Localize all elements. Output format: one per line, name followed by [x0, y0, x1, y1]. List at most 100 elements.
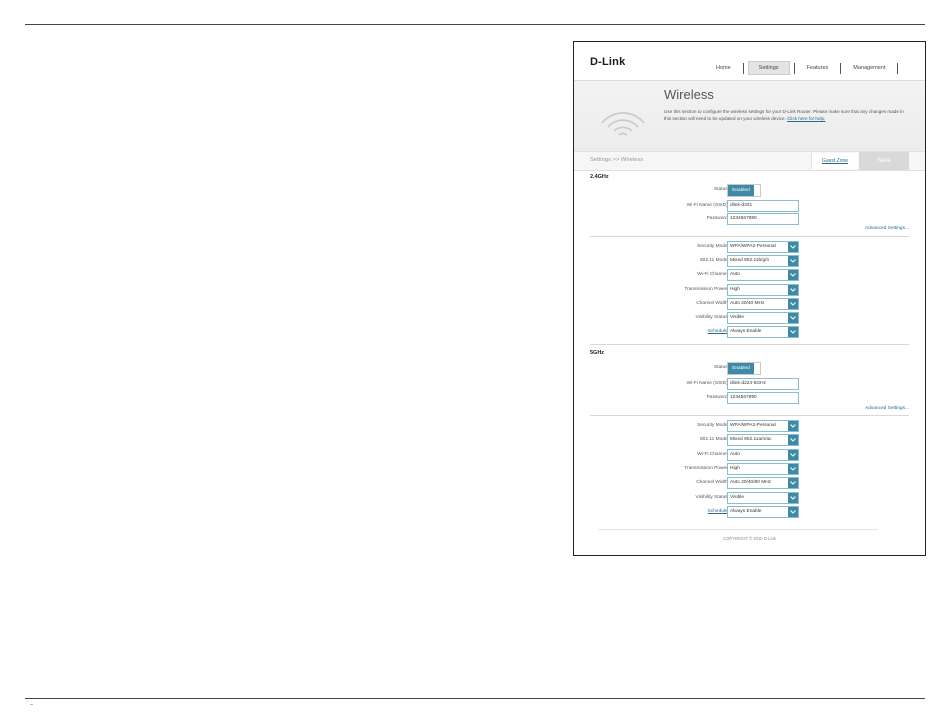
- security-mode-label: Security Mode:: [697, 244, 729, 249]
- visibility-status-select-2-4ghz[interactable]: Visible: [727, 312, 799, 324]
- select-value: WPA/WPA2-Personal: [730, 423, 776, 428]
- security-mode-select-5ghz[interactable]: WPA/WPA2-Personal: [727, 420, 799, 432]
- password-label: Password:: [706, 216, 729, 221]
- password-label: Password:: [706, 395, 729, 400]
- select-value: Visible: [730, 494, 745, 500]
- status-row-2-4ghz: Status: Enabled: [574, 184, 925, 197]
- chevron-down-icon: [788, 327, 798, 338]
- select-value: Auto: [730, 272, 740, 278]
- help-link[interactable]: Click here for help.: [787, 116, 825, 121]
- header: D-Link Home Settings Features Management: [574, 42, 925, 80]
- transmission-power-row-5ghz: Transmission Power: High: [574, 462, 925, 475]
- wifi-channel-row-5ghz: Wi-Fi Channel: Auto: [574, 448, 925, 461]
- schedule-label[interactable]: Schedule:: [708, 509, 729, 514]
- transmission-power-select-5ghz[interactable]: High: [727, 462, 799, 475]
- copyright-text: COPYRIGHT © 2015 D-Link: [723, 536, 776, 541]
- chevron-down-icon: [788, 284, 798, 295]
- breadcrumb: Settings >> Wireless: [590, 157, 644, 163]
- wifi-channel-label: Wi-Fi Channel:: [697, 272, 729, 278]
- schedule-label[interactable]: Schedule:: [708, 329, 729, 334]
- save-button[interactable]: Save: [859, 152, 909, 170]
- router-ui-screenshot: D-Link Home Settings Features Management…: [573, 41, 926, 556]
- wifi-channel-select-2-4ghz[interactable]: Auto: [727, 269, 799, 282]
- section-divider: [590, 344, 909, 345]
- guest-zone-link[interactable]: Guest Zone: [811, 153, 858, 169]
- chevron-down-icon: [788, 298, 798, 309]
- visibility-status-label: Visibility Status:: [695, 315, 729, 320]
- select-value: Always Enable: [730, 508, 762, 514]
- chevron-down-icon: [788, 449, 798, 460]
- channel-width-label: Channel Width:: [696, 300, 729, 306]
- select-value: Always Enable: [730, 329, 762, 335]
- toggle-enabled-label: Enabled: [728, 185, 754, 196]
- transmission-power-row-2-4ghz: Transmission Power: High: [574, 283, 925, 296]
- password-row-2-4ghz: Password: 1234567890: [574, 213, 925, 225]
- nav-features[interactable]: Features: [795, 61, 841, 75]
- select-value: WPA/WPA2-Personal: [730, 244, 776, 249]
- toggle-enabled-label: Enabled: [728, 363, 754, 374]
- description-text: Use this section to configure the wirele…: [664, 109, 904, 121]
- section-title-5ghz: 5GHz: [590, 350, 605, 356]
- select-value: High: [730, 286, 740, 292]
- schedule-select-5ghz[interactable]: Always Enable: [727, 505, 799, 518]
- wifi-channel-select-5ghz[interactable]: Auto: [727, 448, 799, 461]
- chevron-down-icon: [788, 256, 798, 267]
- 80211-mode-label: 802.11 Mode:: [700, 437, 729, 443]
- select-value: Mixed 802.11b/g/n: [730, 258, 770, 264]
- security-mode-select-2-4ghz[interactable]: WPA/WPA2-Personal: [727, 241, 799, 253]
- password-input-2-4ghz[interactable]: 1234567890: [727, 213, 799, 225]
- channel-width-select-2-4ghz[interactable]: Auto 20/40 MHz: [727, 297, 799, 310]
- section-divider: [590, 236, 909, 237]
- security-mode-row-5ghz: Security Mode: WPA/WPA2-Personal: [574, 420, 925, 432]
- chevron-down-icon: [788, 421, 798, 431]
- ssid-input-2-4ghz[interactable]: dlink-d331: [727, 200, 799, 212]
- password-input-5ghz[interactable]: 1234567890: [727, 392, 799, 404]
- security-mode-row-2-4ghz: Security Mode: WPA/WPA2-Personal: [574, 241, 925, 253]
- ssid-input-5ghz[interactable]: dlink-d224-5GHz: [727, 378, 799, 390]
- ssid-label: Wi-Fi Name (SSID):: [686, 381, 729, 386]
- select-value: Auto: [730, 451, 740, 457]
- select-value: Auto 20/40/80 MHz: [730, 480, 772, 486]
- status-toggle-2-4ghz[interactable]: Enabled: [727, 184, 761, 197]
- 80211-mode-select-2-4ghz[interactable]: Mixed 802.11b/g/n: [727, 255, 799, 268]
- page-title: Wireless: [664, 87, 714, 102]
- chevron-down-icon: [788, 478, 798, 489]
- channel-width-select-5ghz[interactable]: Auto 20/40/80 MHz: [727, 477, 799, 490]
- select-value: High: [730, 465, 740, 471]
- chevron-down-icon: [788, 506, 798, 517]
- nav-separator: [897, 62, 899, 74]
- top-nav: Home Settings Features Management: [704, 61, 899, 75]
- chevron-down-icon: [788, 492, 798, 503]
- chevron-down-icon: [788, 242, 798, 252]
- schedule-select-2-4ghz[interactable]: Always Enable: [727, 326, 799, 339]
- advanced-settings-link-5ghz[interactable]: Advanced Settings...: [865, 406, 909, 411]
- transmission-power-select-2-4ghz[interactable]: High: [727, 283, 799, 296]
- page-bottom-rule: [25, 698, 925, 699]
- page-mark: [30, 704, 33, 705]
- schedule-row-5ghz: Schedule: Always Enable: [574, 505, 925, 518]
- nav-settings[interactable]: Settings: [747, 61, 790, 75]
- nav-management[interactable]: Management: [841, 61, 897, 75]
- nav-home[interactable]: Home: [704, 61, 743, 75]
- section-title-2-4ghz: 2.4GHz: [590, 174, 609, 180]
- section-divider: [590, 415, 909, 416]
- ssid-row-2-4ghz: Wi-Fi Name (SSID): dlink-d331: [574, 200, 925, 212]
- status-toggle-5ghz[interactable]: Enabled: [727, 362, 761, 375]
- chevron-down-icon: [788, 435, 798, 446]
- schedule-row-2-4ghz: Schedule: Always Enable: [574, 326, 925, 339]
- chevron-down-icon: [788, 463, 798, 474]
- visibility-status-row-5ghz: Visibility Status: Visible: [574, 491, 925, 504]
- wifi-channel-row-2-4ghz: Wi-Fi Channel: Auto: [574, 269, 925, 282]
- channel-width-row-5ghz: Channel Width: Auto 20/40/80 MHz: [574, 477, 925, 490]
- dlink-logo: D-Link: [590, 56, 626, 68]
- advanced-settings-link-2-4ghz[interactable]: Advanced Settings...: [865, 226, 909, 231]
- 80211-mode-row-5ghz: 802.11 Mode: Mixed 802.11a/n/ac: [574, 434, 925, 447]
- 80211-mode-select-5ghz[interactable]: Mixed 802.11a/n/ac: [727, 434, 799, 447]
- select-value: Auto 20/40 MHz: [730, 300, 765, 306]
- visibility-status-select-5ghz[interactable]: Visible: [727, 491, 799, 504]
- wifi-channel-label: Wi-Fi Channel:: [697, 451, 729, 457]
- 80211-mode-row-2-4ghz: 802.11 Mode: Mixed 802.11b/g/n: [574, 255, 925, 268]
- 80211-mode-label: 802.11 Mode:: [700, 258, 729, 264]
- nav-separator: [742, 62, 744, 74]
- visibility-status-row-2-4ghz: Visibility Status: Visible: [574, 312, 925, 324]
